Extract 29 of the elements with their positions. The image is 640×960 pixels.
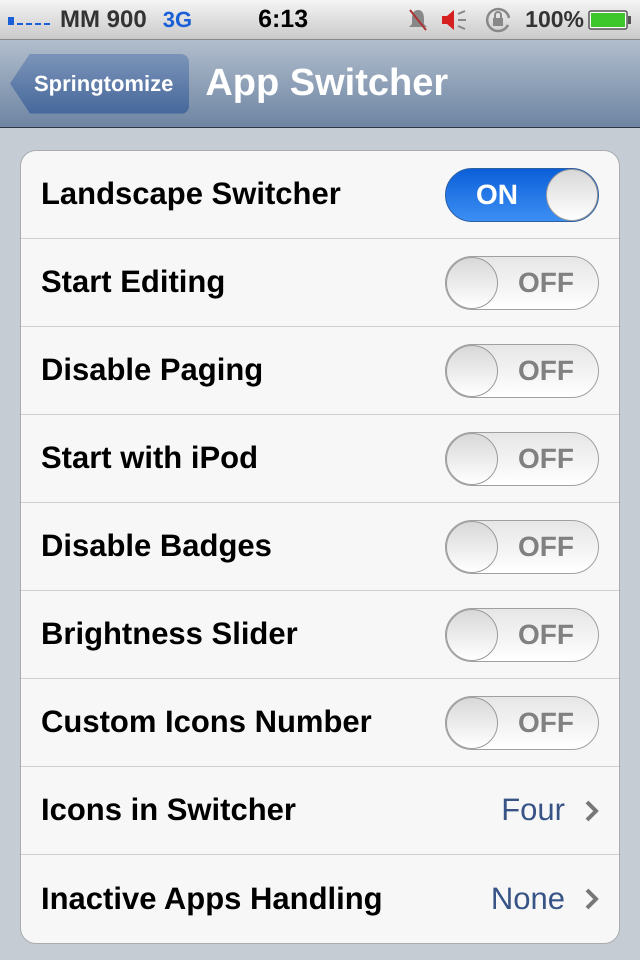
toggle-switch[interactable]: OFF <box>445 344 599 398</box>
speaker-icon <box>441 8 468 30</box>
row-value: Four <box>501 791 565 830</box>
back-button[interactable]: Springtomize <box>10 54 190 114</box>
toggle-switch[interactable]: OFF <box>445 696 599 750</box>
row-label: Brightness Slider <box>41 615 299 654</box>
row-label: Icons in Switcher <box>41 791 297 830</box>
muted-bell-icon <box>407 8 430 32</box>
toggle-switch[interactable]: OFF <box>445 256 599 310</box>
toggle-switch[interactable]: ON <box>445 168 599 222</box>
clock-time: 6:13 <box>258 4 308 35</box>
toggle-switch[interactable]: OFF <box>445 432 599 486</box>
row-value: None <box>490 880 565 918</box>
chevron-icon <box>585 888 599 910</box>
row-label: Inactive Apps Handling <box>41 880 384 918</box>
row-label: Disable Badges <box>41 527 273 566</box>
toggle-switch[interactable]: OFF <box>445 608 599 662</box>
battery-percent: 100% <box>525 5 584 34</box>
row-label: Landscape Switcher <box>41 175 342 214</box>
row-label: Disable Paging <box>41 351 264 390</box>
screen-title: App Switcher <box>205 61 448 106</box>
battery-icon <box>588 10 632 30</box>
carrier-name: MM 900 <box>60 4 147 34</box>
network-type: 3G <box>162 6 192 34</box>
row-label: Start with iPod <box>41 439 259 478</box>
row-label: Custom Icons Number <box>41 703 373 742</box>
chevron-icon <box>585 800 599 822</box>
row-label: Start Editing <box>41 263 226 302</box>
toggle-switch[interactable]: OFF <box>445 520 599 574</box>
